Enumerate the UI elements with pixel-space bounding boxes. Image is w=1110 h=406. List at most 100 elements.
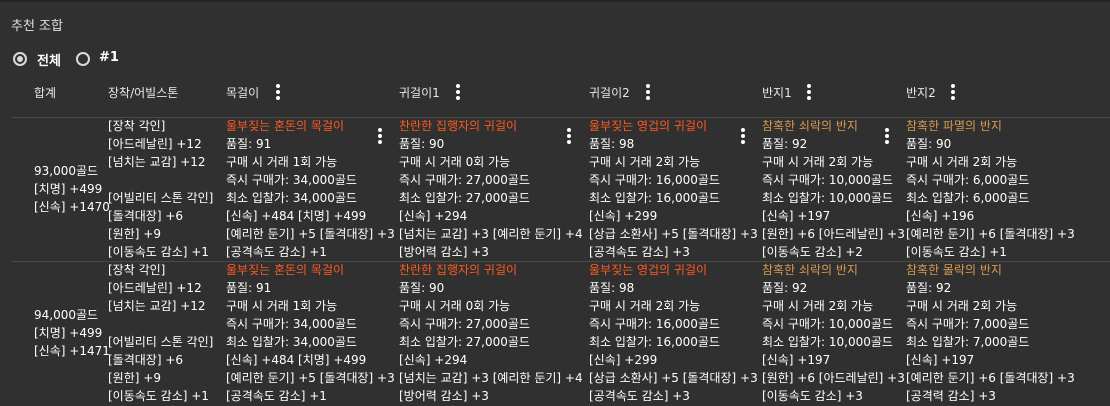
item-quality: 품질: 90 <box>906 137 952 151</box>
item-engrave: [넘치는 교감] +3 [예리한 둔기] +4 <box>399 371 583 385</box>
item-stats: [신속] +299 <box>589 209 658 223</box>
item-buy-price: 즉시 구매가: 16,000골드 <box>589 317 720 331</box>
item-penalty: [공격속도 감소] +1 <box>226 389 327 403</box>
item-trade: 구매 시 거래 2회 가능 <box>762 299 874 313</box>
column-header-ring1: 반지1 <box>762 86 792 100</box>
item-engrave: [예리한 둔기] +6 [돌격대장] +3 <box>906 371 1075 385</box>
item-engrave: [상급 소환사] +5 [돌격대장] +3 <box>589 371 758 385</box>
item-bid-price: 최소 입찰가: 27,000골드 <box>399 191 530 205</box>
engrave-line: [이동속도 감소] +1 <box>108 245 209 259</box>
total-gold: 94,000골드 <box>34 308 99 322</box>
item-trade: 구매 시 거래 1회 가능 <box>226 299 338 313</box>
engrave-line: [돌격대장] +6 <box>108 353 184 367</box>
item-buy-price: 즉시 구매가: 34,000골드 <box>226 173 357 187</box>
item-stats: [신속] +294 <box>399 209 468 223</box>
engrave-line: [이동속도 감소] +1 <box>108 389 209 403</box>
more-vert-icon[interactable] <box>741 128 745 146</box>
item-buy-price: 즉시 구매가: 16,000골드 <box>589 173 720 187</box>
engrave-line: [넘치는 교감] +12 <box>108 155 206 169</box>
item-name[interactable]: 울부짖는 영겁의 귀걸이 <box>589 117 707 135</box>
item-stats: [신속] +197 <box>762 209 831 223</box>
engrave-line: [돌격대장] +6 <box>108 209 184 223</box>
item-name[interactable]: 참혹한 몰락의 반지 <box>906 261 1002 279</box>
item-trade: 구매 시 거래 0회 가능 <box>399 299 511 313</box>
item-stats: [신속] +196 <box>906 209 975 223</box>
column-header-engrave: 장착/어빌스톤 <box>108 86 179 100</box>
total-swift: [신속] +1470 <box>34 200 110 214</box>
item-stats: [신속] +484 [치명] +499 <box>226 209 367 223</box>
item-buy-price: 즉시 구매가: 7,000골드 <box>906 317 1030 331</box>
item-trade: 구매 시 거래 0회 가능 <box>399 155 511 169</box>
item-name[interactable]: 참혹한 쇠락의 반지 <box>762 261 858 279</box>
item-trade: 구매 시 거래 2회 가능 <box>589 299 701 313</box>
item-trade: 구매 시 거래 2회 가능 <box>589 155 701 169</box>
radio-label-all[interactable]: 전체 <box>37 50 61 69</box>
more-vert-icon[interactable] <box>807 84 811 102</box>
column-header-earring2: 귀걸이2 <box>589 86 630 100</box>
more-vert-icon[interactable] <box>885 128 889 146</box>
item-penalty: [방어력 감소] +3 <box>399 389 489 403</box>
engrave-line: [아드레날린] +12 <box>108 281 202 295</box>
item-buy-price: 즉시 구매가: 34,000골드 <box>226 317 357 331</box>
more-vert-icon[interactable] <box>951 84 955 102</box>
item-stats: [신속] +484 [치명] +499 <box>226 353 367 367</box>
item-penalty: [방어력 감소] +3 <box>399 245 489 259</box>
item-name[interactable]: 울부짖는 혼돈의 목걸이 <box>226 261 344 279</box>
item-trade: 구매 시 거래 2회 가능 <box>762 155 874 169</box>
item-name[interactable]: 참혹한 쇠락의 반지 <box>762 117 858 135</box>
item-name[interactable]: 찬란한 집행자의 귀걸이 <box>399 117 517 135</box>
more-vert-icon[interactable] <box>456 84 460 102</box>
more-vert-icon[interactable] <box>646 84 650 102</box>
item-bid-price: 최소 입찰가: 10,000골드 <box>762 191 893 205</box>
item-bid-price: 최소 입찰가: 6,000골드 <box>906 191 1030 205</box>
item-quality: 품질: 98 <box>589 137 635 151</box>
item-penalty: [이동속도 감소] +3 <box>762 389 863 403</box>
item-penalty: [공격력 감소] +3 <box>906 389 996 403</box>
engrave-line: [어빌리티 스톤 각인] <box>108 191 214 205</box>
item-trade: 구매 시 거래 2회 가능 <box>906 299 1018 313</box>
item-quality: 품질: 92 <box>906 281 952 295</box>
item-buy-price: 즉시 구매가: 27,000골드 <box>399 317 530 331</box>
engrave-line: [넘치는 교감] +12 <box>108 299 206 313</box>
item-buy-price: 즉시 구매가: 10,000골드 <box>762 173 893 187</box>
more-vert-icon[interactable] <box>378 128 382 146</box>
radio-selected-dot <box>17 56 23 62</box>
radio-label-1[interactable]: #1 <box>99 50 119 65</box>
more-vert-icon[interactable] <box>567 128 571 146</box>
item-engrave: [넘치는 교감] +3 [예리한 둔기] +4 <box>399 227 583 241</box>
item-buy-price: 즉시 구매가: 10,000골드 <box>762 317 893 331</box>
engrave-line: [어빌리티 스톤 각인] <box>108 335 214 349</box>
item-penalty: [이동속도 감소] +1 <box>906 245 1007 259</box>
engrave-line: [아드레날린] +12 <box>108 137 202 151</box>
item-quality: 품질: 91 <box>226 137 272 151</box>
item-stats: [신속] +197 <box>762 353 831 367</box>
item-name[interactable]: 참혹한 파멸의 반지 <box>906 117 1002 135</box>
item-bid-price: 최소 입찰가: 10,000골드 <box>762 335 893 349</box>
total-swift: [신속] +1471 <box>34 344 110 358</box>
column-header-earring1: 귀걸이1 <box>399 86 440 100</box>
engrave-line: [장착 각인] <box>108 263 166 277</box>
item-bid-price: 최소 입찰가: 16,000골드 <box>589 191 720 205</box>
item-name[interactable]: 울부짖는 혼돈의 목걸이 <box>226 117 344 135</box>
item-quality: 품질: 90 <box>399 281 445 295</box>
item-stats: [신속] +294 <box>399 353 468 367</box>
item-bid-price: 최소 입찰가: 16,000골드 <box>589 335 720 349</box>
item-buy-price: 즉시 구매가: 27,000골드 <box>399 173 530 187</box>
engrave-line: [원한] +9 <box>108 371 161 385</box>
radio-icon[interactable] <box>76 52 90 66</box>
item-name[interactable]: 울부짖는 영겁의 귀걸이 <box>589 261 707 279</box>
item-quality: 품질: 92 <box>762 137 808 151</box>
total-gold: 93,000골드 <box>34 164 99 178</box>
item-engrave: [원한] +6 [아드레날린] +3 <box>762 227 905 241</box>
total-crit: [치명] +499 <box>34 326 103 340</box>
item-name[interactable]: 찬란한 집행자의 귀걸이 <box>399 261 517 279</box>
more-vert-icon[interactable] <box>276 84 280 102</box>
column-header-necklace: 목걸이 <box>226 86 260 100</box>
item-quality: 품질: 91 <box>226 281 272 295</box>
item-engrave: [예리한 둔기] +6 [돌격대장] +3 <box>906 227 1075 241</box>
item-engrave: [상급 소환사] +5 [돌격대장] +3 <box>589 227 758 241</box>
radio-icon[interactable] <box>13 52 27 66</box>
item-engrave: [원한] +6 [아드레날린] +3 <box>762 371 905 385</box>
item-bid-price: 최소 입찰가: 34,000골드 <box>226 335 357 349</box>
item-penalty: [공격속도 감소] +1 <box>226 245 327 259</box>
